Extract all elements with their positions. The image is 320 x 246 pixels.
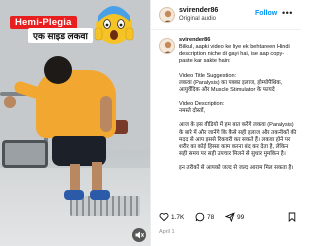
bookmark-icon	[288, 212, 296, 222]
heart-icon	[159, 213, 169, 222]
person-leg	[92, 162, 102, 192]
comment-paragraph: Video Description: नमस्ते दोस्तों,	[179, 101, 225, 115]
action-bar: 1.7K 78 99	[151, 208, 301, 226]
comment-username[interactable]: svirender86	[179, 37, 297, 44]
comment-paragraph: इन तरीकों से आपको जल्द से जल्द आराम मिल …	[179, 165, 294, 172]
post-audio-label[interactable]: Original audio	[179, 16, 216, 22]
share-count: 99	[237, 213, 245, 221]
video-player[interactable]: Hemi-Plegia एक साइड लकवा	[0, 0, 150, 246]
post-date: April 1	[159, 229, 175, 235]
comment-body: svirender86 Bilkul, aapki video ke liye …	[179, 37, 297, 179]
comment-paragraph: Video Title Suggestion: लकवा (Paralysis)…	[179, 72, 283, 93]
person-leg	[70, 164, 80, 192]
comment-button[interactable]: 78	[195, 211, 214, 223]
post-panel: svirender86 Original audio Follow ••• sv…	[150, 0, 301, 246]
like-count: 1.7K	[171, 213, 185, 221]
speaker-muted-icon	[135, 231, 144, 239]
chair	[2, 140, 48, 168]
person-shoe	[64, 190, 84, 200]
post-header: svirender86 Original audio Follow •••	[151, 0, 301, 30]
save-button[interactable]	[287, 211, 297, 223]
comment-count: 78	[207, 213, 215, 221]
follow-button[interactable]: Follow	[255, 10, 277, 17]
mute-button[interactable]	[132, 228, 146, 242]
send-icon	[225, 212, 235, 222]
profile-icon	[164, 41, 172, 53]
post-username[interactable]: svirender86	[179, 7, 218, 14]
avatar[interactable]	[159, 7, 175, 23]
comment-paragraph: Bilkul, aapki video ke liye ek behtareen…	[179, 44, 290, 65]
person-hand	[4, 96, 16, 108]
caption-comment: svirender86 Bilkul, aapki video ke liye …	[151, 31, 301, 205]
person-arm	[100, 96, 112, 132]
person-shoe	[90, 190, 110, 200]
shocked-face-emoji-icon	[94, 6, 134, 44]
comment-bubble-icon	[195, 212, 205, 222]
share-button[interactable]: 99	[225, 211, 244, 223]
person-head	[44, 56, 72, 84]
avatar[interactable]	[159, 38, 175, 54]
like-button[interactable]: 1.7K	[159, 211, 184, 223]
comment-paragraph: आज के इस वीडियो में हम बात करेंगे लकवा (…	[179, 122, 297, 158]
profile-icon	[164, 10, 172, 22]
video-caption-hindi: एक साइड लकवा	[28, 28, 93, 43]
more-options-button[interactable]: •••	[282, 8, 293, 18]
